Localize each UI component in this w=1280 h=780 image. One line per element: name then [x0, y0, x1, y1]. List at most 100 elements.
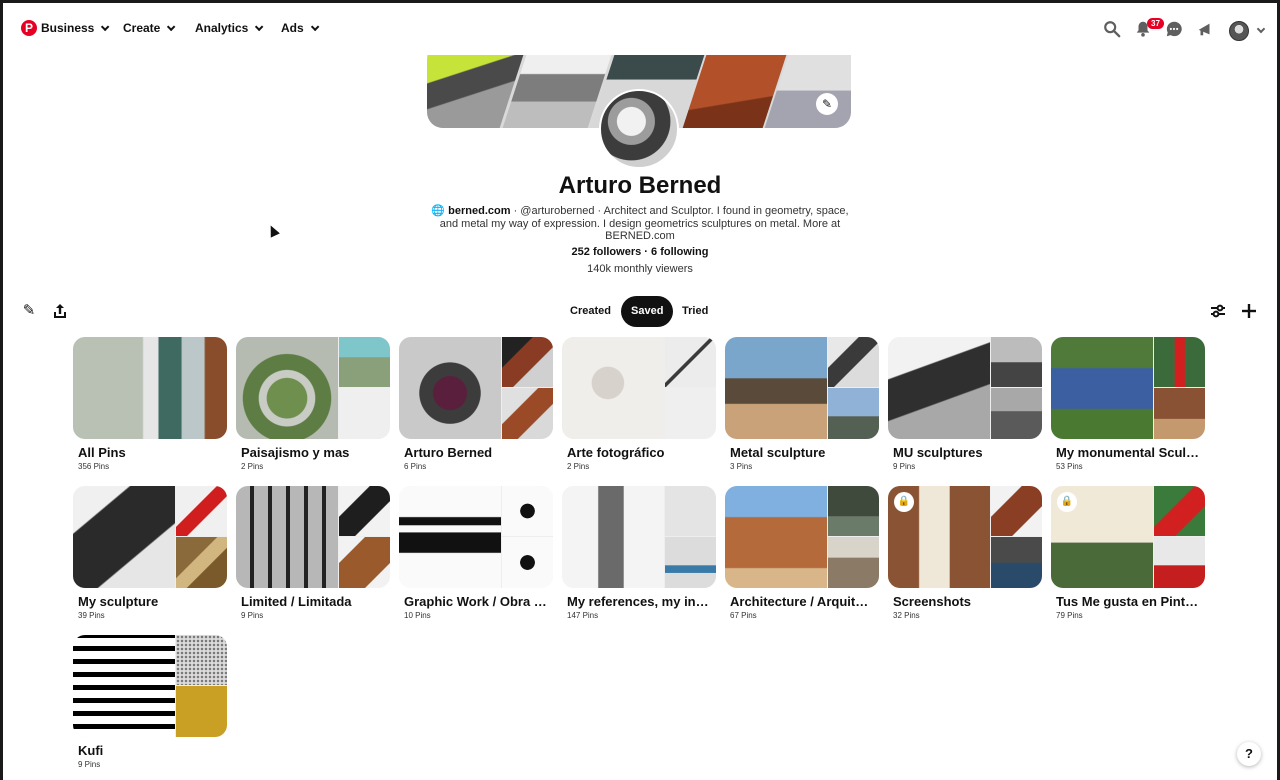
board-pin-count: 32 Pins [893, 611, 920, 620]
nav-business-label: Business [41, 21, 95, 35]
board-pin-count: 3 Pins [730, 462, 753, 471]
tab-created[interactable]: Created [560, 296, 621, 327]
board-screenshots[interactable]: 🔒 Screenshots 32 Pins [888, 486, 1042, 620]
nav-create-label: Create [123, 21, 161, 35]
board-pin-count: 2 Pins [567, 462, 590, 471]
board-thumbnail [1051, 337, 1205, 439]
profile-bio: 🌐 berned.com · @arturoberned · Architect… [425, 205, 855, 243]
account-avatar[interactable] [1229, 21, 1249, 41]
edit-cover-pencil-icon[interactable]: ✎ [816, 93, 838, 115]
nav-ads-label: Ads [281, 21, 304, 35]
board-thumbnail [236, 486, 390, 588]
board-limited[interactable]: Limited / Limitada 9 Pins [236, 486, 390, 620]
board-pin-count: 67 Pins [730, 611, 757, 620]
nav-business[interactable]: Business [41, 21, 110, 35]
monthly-viewers: 140k monthly viewers [587, 263, 693, 275]
board-thumbnail [562, 486, 716, 588]
chevron-down-icon [255, 22, 264, 32]
profile-name: Arturo Berned [558, 172, 722, 199]
board-thumbnail [888, 337, 1042, 439]
updates-icon[interactable] [1196, 20, 1214, 38]
board-title: MU sculptures [893, 445, 983, 460]
following-link[interactable]: 6 following [651, 246, 708, 258]
board-title: Arturo Berned [404, 445, 493, 460]
board-pin-count: 2 Pins [241, 462, 264, 471]
board-thumbnail [73, 486, 227, 588]
nav-analytics-label: Analytics [195, 21, 249, 35]
globe-icon: 🌐 [431, 205, 446, 217]
followers-link[interactable]: 252 followers [572, 246, 642, 258]
add-plus-icon[interactable] [1241, 303, 1257, 319]
board-pin-count: 6 Pins [404, 462, 427, 471]
board-arte-fotografico[interactable]: Arte fotográfico 2 Pins [562, 337, 716, 471]
board-my-references[interactable]: My references, my inspiration 147 Pins [562, 486, 716, 620]
board-pin-count: 79 Pins [1056, 611, 1083, 620]
board-pin-count: 10 Pins [404, 611, 431, 620]
board-paisajismo[interactable]: Paisajismo y mas 2 Pins [236, 337, 390, 471]
board-pin-count: 356 Pins [78, 462, 110, 471]
top-navigation-bar: P Business Create Analytics Ads 37 [3, 3, 1277, 55]
nav-create[interactable]: Create [123, 21, 176, 35]
notification-badge: 37 [1147, 18, 1164, 29]
board-graphic-work[interactable]: Graphic Work / Obra Gráfica 10 Pins [399, 486, 553, 620]
chevron-down-icon[interactable] [1256, 24, 1266, 34]
board-title: Graphic Work / Obra Gráfica [404, 594, 549, 609]
chevron-down-icon [167, 22, 176, 32]
board-mu-sculptures[interactable]: MU sculptures 9 Pins [888, 337, 1042, 471]
board-pin-count: 53 Pins [1056, 462, 1083, 471]
board-title: Limited / Limitada [241, 594, 352, 609]
pinterest-logo-icon[interactable]: P [21, 20, 37, 36]
profile-avatar [599, 89, 679, 169]
board-title: Architecture / Arquitectura [730, 594, 875, 609]
board-thumbnail: 🔒 [888, 486, 1042, 588]
board-thumbnail [73, 337, 227, 439]
nav-ads[interactable]: Ads [281, 21, 320, 35]
board-title: Kufi [78, 743, 104, 758]
share-icon[interactable] [52, 303, 68, 319]
board-title: My references, my inspiration [567, 594, 712, 609]
chevron-down-icon [101, 22, 110, 32]
lock-icon: 🔒 [894, 492, 914, 512]
board-pin-count: 147 Pins [567, 611, 599, 620]
profile-website-link[interactable]: berned.com [448, 205, 510, 217]
board-title: Arte fotográfico [567, 445, 665, 460]
filter-settings-icon[interactable] [1210, 303, 1226, 319]
board-pin-count: 9 Pins [893, 462, 916, 471]
board-title: My sculpture [78, 594, 159, 609]
board-title: Metal sculpture [730, 445, 826, 460]
board-pin-count: 9 Pins [241, 611, 264, 620]
search-icon[interactable] [1103, 20, 1121, 38]
board-pin-count: 39 Pins [78, 611, 105, 620]
board-all-pins[interactable]: All Pins 356 Pins [73, 337, 227, 471]
board-thumbnail: 🔒 [1051, 486, 1205, 588]
tab-saved[interactable]: Saved [621, 296, 674, 327]
board-thumbnail [725, 486, 879, 588]
board-title: All Pins [78, 445, 126, 460]
board-thumbnail [562, 337, 716, 439]
tab-tried[interactable]: Tried [672, 296, 718, 327]
board-thumbnail [73, 635, 227, 737]
lock-icon: 🔒 [1057, 492, 1077, 512]
board-my-monumental-sculptures[interactable]: My monumental Sculptures 53 Pins [1051, 337, 1205, 471]
board-kufi[interactable]: Kufi 9 Pins [73, 635, 227, 769]
board-thumbnail [399, 486, 553, 588]
board-title: Tus Me gusta en Pinterest [1056, 594, 1201, 609]
board-my-sculpture[interactable]: My sculpture 39 Pins [73, 486, 227, 620]
board-pin-count: 9 Pins [78, 760, 101, 769]
help-button[interactable]: ? [1237, 742, 1261, 766]
nav-analytics[interactable]: Analytics [195, 21, 264, 35]
chevron-down-icon [310, 22, 320, 32]
board-thumbnail [236, 337, 390, 439]
board-tus-me-gusta[interactable]: 🔒 Tus Me gusta en Pinterest 79 Pins [1051, 486, 1205, 620]
board-architecture[interactable]: Architecture / Arquitectura 67 Pins [725, 486, 879, 620]
profile-stats: 252 followers · 6 following [571, 246, 709, 258]
board-metal-sculpture[interactable]: Metal sculpture 3 Pins [725, 337, 879, 471]
messages-icon[interactable] [1165, 20, 1183, 38]
board-thumbnail [725, 337, 879, 439]
board-arturo-berned[interactable]: Arturo Berned 6 Pins [399, 337, 553, 471]
board-title: My monumental Sculptures [1056, 445, 1201, 460]
edit-profile-pencil-icon[interactable]: ✎ [21, 303, 37, 319]
board-title: Screenshots [893, 594, 972, 609]
board-thumbnail [399, 337, 553, 439]
board-title: Paisajismo y mas [241, 445, 350, 460]
